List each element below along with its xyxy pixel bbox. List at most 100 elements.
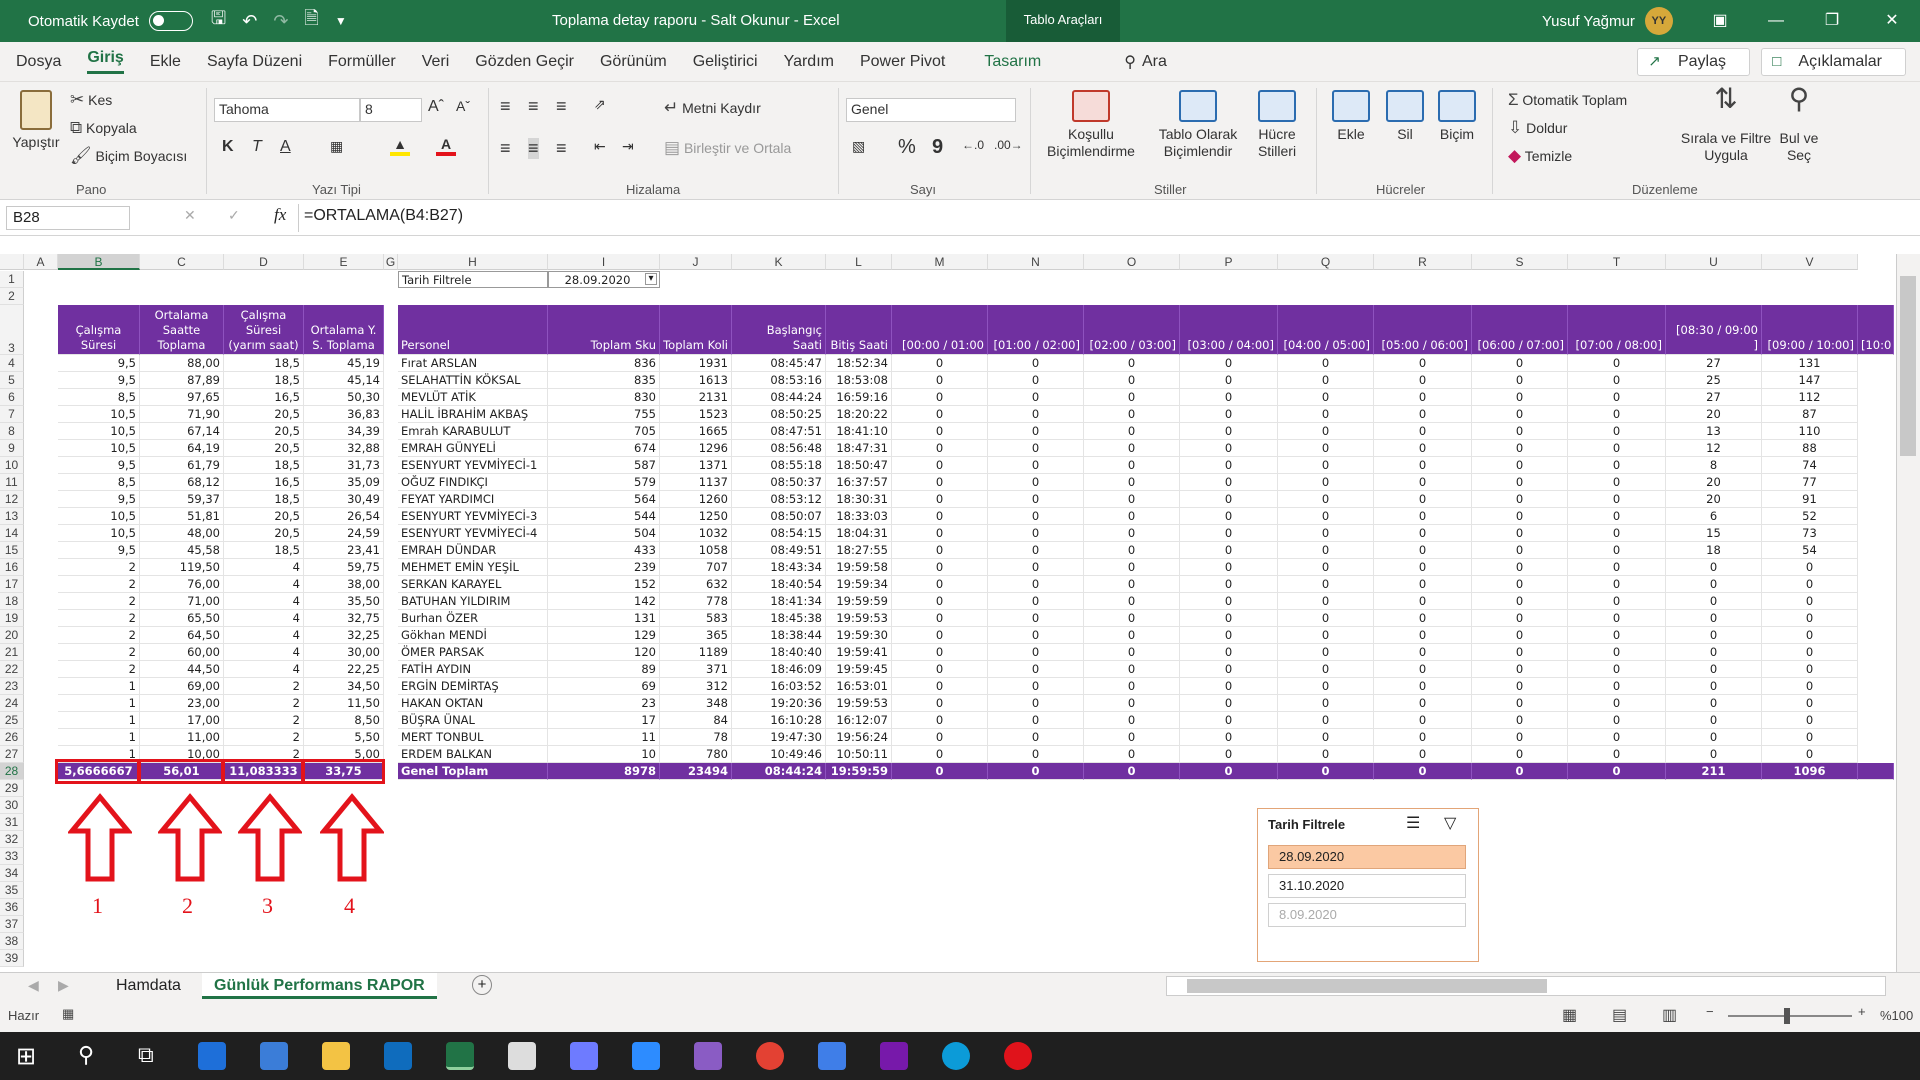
decrease-decimal-icon[interactable]: .00→ (994, 138, 1023, 152)
table-cell[interactable]: 9,5 (58, 372, 140, 389)
table-cell[interactable]: 34,50 (304, 678, 384, 695)
table-cell[interactable]: 0 (1180, 457, 1278, 474)
table-cell[interactable]: 0 (1374, 610, 1472, 627)
decrease-indent-icon[interactable]: ⇤ (594, 138, 606, 155)
tab-gozden-gecir[interactable]: Gözden Geçir (475, 53, 574, 71)
row-header[interactable]: 5 (0, 372, 24, 389)
table-cell[interactable]: 0 (892, 695, 988, 712)
table-cell[interactable]: 0 (1180, 661, 1278, 678)
table-cell[interactable]: 19:47:30 (732, 729, 826, 746)
table-cell[interactable]: 0 (1472, 644, 1568, 661)
table-cell[interactable]: 08:56:48 (732, 440, 826, 457)
table-cell[interactable]: 830 (548, 389, 660, 406)
table-cell[interactable]: 0 (1568, 712, 1666, 729)
table-cell[interactable]: 0 (1666, 644, 1762, 661)
table-cell[interactable]: 1 (58, 695, 140, 712)
table-cell[interactable]: 97,65 (140, 389, 224, 406)
column-header[interactable]: G (384, 254, 398, 270)
wrap-text-button[interactable]: ↵ Metni Kaydır (664, 98, 761, 118)
table-cell[interactable]: 0 (1180, 525, 1278, 542)
table-cell[interactable]: 1 (58, 729, 140, 746)
share-button[interactable]: ↗ Paylaş (1637, 48, 1750, 76)
search-icon[interactable]: ⚲ (1124, 52, 1136, 72)
delete-cells-button[interactable]: Sil (1380, 90, 1430, 143)
table-cell[interactable]: 2 (224, 729, 304, 746)
table-cell[interactable]: 0 (1666, 746, 1762, 763)
table-cell[interactable]: 88,00 (140, 355, 224, 372)
table-cell[interactable]: 0 (1374, 457, 1472, 474)
table-cell[interactable]: 0 (1180, 712, 1278, 729)
table-cell[interactable]: 0 (1762, 610, 1858, 627)
table-cell[interactable]: 0 (892, 576, 988, 593)
table-cell[interactable]: 564 (548, 491, 660, 508)
personel-cell[interactable]: Emrah KARABULUT (398, 423, 548, 440)
column-header[interactable]: A (24, 254, 58, 270)
table-cell[interactable]: 0 (1374, 559, 1472, 576)
table-cell[interactable]: 0 (1180, 559, 1278, 576)
column-header[interactable]: B (58, 254, 140, 270)
table-cell[interactable]: 0 (1084, 491, 1180, 508)
table-cell[interactable]: 0 (988, 610, 1084, 627)
table-cell[interactable]: 0 (892, 593, 988, 610)
table-cell[interactable]: 0 (988, 355, 1084, 372)
table-cell[interactable]: 0 (1374, 440, 1472, 457)
table-cell[interactable]: 0 (1568, 593, 1666, 610)
table-cell[interactable]: 18,5 (224, 542, 304, 559)
grand-total-cell[interactable]: 0 (1180, 763, 1278, 780)
zoom-out-icon[interactable]: − (1706, 1004, 1714, 1019)
table-cell[interactable]: 18:52:34 (826, 355, 892, 372)
table-cell[interactable]: 0 (1084, 423, 1180, 440)
table-cell[interactable]: 0 (892, 423, 988, 440)
table-cell[interactable]: 0 (1472, 355, 1568, 372)
table-cell[interactable]: 38,00 (304, 576, 384, 593)
table-cell[interactable]: 0 (988, 593, 1084, 610)
table-cell[interactable]: 0 (1666, 627, 1762, 644)
table-cell[interactable]: 20,5 (224, 406, 304, 423)
table-cell[interactable]: 120 (548, 644, 660, 661)
table-cell[interactable]: 71,90 (140, 406, 224, 423)
filter-value-dropdown[interactable]: 28.09.2020 ▾ (548, 271, 660, 288)
row-header[interactable]: 30 (0, 797, 24, 814)
table-cell[interactable]: 0 (988, 389, 1084, 406)
table-cell[interactable]: 0 (1374, 661, 1472, 678)
table-cell[interactable]: 0 (1472, 593, 1568, 610)
table-cell[interactable]: 0 (1374, 712, 1472, 729)
table-cell[interactable]: 0 (892, 355, 988, 372)
table-cell[interactable]: 112 (1762, 389, 1858, 406)
app-icon[interactable] (694, 1042, 722, 1070)
table-cell[interactable]: 0 (1568, 627, 1666, 644)
table-cell[interactable]: 0 (1180, 678, 1278, 695)
personel-cell[interactable]: Gökhan MENDİ (398, 627, 548, 644)
clear-button[interactable]: ◆ Temizle (1508, 146, 1572, 166)
table-cell[interactable]: 0 (892, 746, 988, 763)
table-cell[interactable]: 0 (988, 491, 1084, 508)
table-cell[interactable]: 0 (1374, 678, 1472, 695)
table-cell[interactable]: 0 (1568, 474, 1666, 491)
table-cell[interactable]: 147 (1762, 372, 1858, 389)
autosave-toggle[interactable] (148, 11, 193, 31)
table-cell[interactable]: 0 (1180, 729, 1278, 746)
table-cell[interactable]: 0 (1374, 644, 1472, 661)
personel-cell[interactable]: BATUHAN YILDIRIM (398, 593, 548, 610)
table-cell[interactable]: 18:30:31 (826, 491, 892, 508)
table-cell[interactable]: 19:59:34 (826, 576, 892, 593)
table-cell[interactable]: 0 (988, 695, 1084, 712)
table-cell[interactable]: 1 (58, 678, 140, 695)
table-cell[interactable]: 0 (1762, 661, 1858, 678)
table-cell[interactable]: 371 (660, 661, 732, 678)
increase-indent-icon[interactable]: ⇥ (622, 138, 634, 155)
table-cell[interactable]: 18:41:10 (826, 423, 892, 440)
row-header[interactable]: 2 (0, 288, 24, 305)
row-header[interactable]: 24 (0, 695, 24, 712)
table-cell[interactable]: 0 (1472, 389, 1568, 406)
print-preview-icon[interactable]: 🗎 (304, 6, 318, 36)
table-cell[interactable]: 0 (1278, 627, 1374, 644)
tab-veri[interactable]: Veri (422, 53, 450, 71)
increase-decimal-icon[interactable]: ←.0 (962, 138, 984, 152)
table-cell[interactable]: 2 (224, 695, 304, 712)
table-cell[interactable]: 0 (892, 457, 988, 474)
table-cell[interactable]: 2 (58, 593, 140, 610)
table-cell[interactable]: 0 (1568, 729, 1666, 746)
table-cell[interactable]: 16:53:01 (826, 678, 892, 695)
table-cell[interactable]: 0 (1278, 355, 1374, 372)
